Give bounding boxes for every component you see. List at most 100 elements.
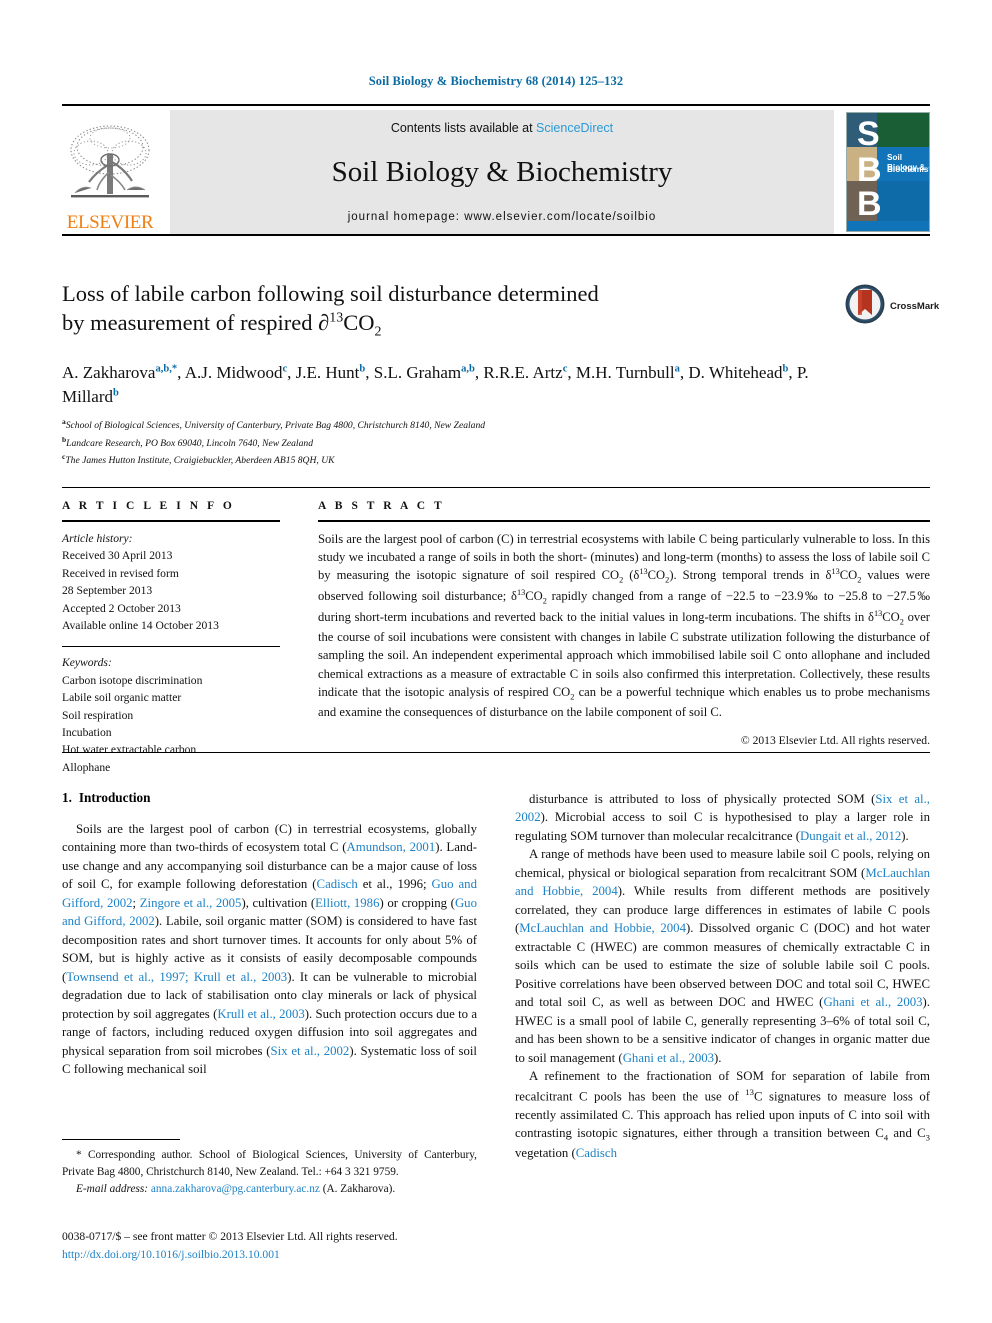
info-abstract-section: A R T I C L E I N F O Article history: R… [62, 487, 930, 776]
citation-link[interactable]: Ghani et al., 2003 [823, 995, 922, 1009]
citation-link[interactable]: Dungait et al., 2012 [800, 829, 901, 843]
subscript: 3 [926, 1133, 930, 1143]
elsevier-tree-icon [67, 120, 153, 212]
contents-lists-line: Contents lists available at ScienceDirec… [391, 121, 613, 135]
article-page: Soil Biology & Biochemistry 68 (2014) 12… [0, 0, 992, 1323]
email-link[interactable]: anna.zakharova@pg.canterbury.ac.nz [151, 1183, 320, 1195]
body-columns: 1. Introduction Soils are the largest poo… [62, 790, 930, 1163]
citation-link[interactable]: Six [271, 1044, 288, 1058]
article-title-block: Loss of labile carbon following soil dis… [62, 280, 832, 341]
superscript: 13 [745, 1087, 754, 1097]
affiliation-item: cThe James Hutton Institute, Craigiebuck… [62, 451, 852, 469]
citation-link[interactable]: Hobbie, 2004 [614, 921, 686, 935]
intro-paragraph-4: A refinement to the fractionation of SOM… [515, 1067, 930, 1162]
footnote-divider [62, 1139, 180, 1140]
citation-link[interactable]: Krull et al., 2003 [217, 1007, 304, 1021]
doi-link[interactable]: http://dx.doi.org/10.1016/j.soilbio.2013… [62, 1246, 492, 1264]
affiliation-item: bLandcare Research, PO Box 69040, Lincol… [62, 434, 852, 452]
history-item: Received 30 April 2013 [62, 547, 280, 564]
citation-link[interactable]: Guo and [432, 877, 477, 891]
article-info-column: A R T I C L E I N F O Article history: R… [62, 488, 280, 776]
history-item: Available online 14 October 2013 [62, 617, 280, 634]
abstract-body: Soils are the largest pool of carbon (C)… [318, 530, 930, 721]
keyword-item: Carbon isotope discrimination [62, 672, 280, 689]
keyword-item: Soil respiration [62, 707, 280, 724]
crossmark-badge[interactable]: CrossMark [845, 284, 949, 328]
keywords-rule [62, 646, 280, 647]
citation-link[interactable]: McLauchlan and [519, 921, 608, 935]
abstract-column: A B S T R A C T Soils are the largest po… [318, 488, 930, 776]
body-right-column: disturbance is attributed to loss of phy… [515, 790, 930, 1163]
citation-link[interactable]: et al., 2002 [515, 792, 930, 824]
page-title: Loss of labile carbon following soil dis… [62, 280, 832, 341]
corresponding-author-footnote: * Corresponding author. School of Biolog… [62, 1139, 477, 1198]
article-history-label: Article history: [62, 530, 280, 547]
author-list: A. Zakharovaa,b,*, A.J. Midwoodc, J.E. H… [62, 361, 852, 409]
citation-link[interactable]: Six [875, 792, 892, 806]
subscript: 2 [619, 576, 623, 585]
author-affiliation-marker: c [282, 363, 287, 374]
subscript: 4 [884, 1133, 888, 1143]
cover-title-line2: Biochemistry [887, 165, 930, 175]
elsevier-logo: ELSEVIER [62, 110, 158, 234]
citation-link[interactable]: Townsend et al., 1997; Krull et al., [66, 970, 256, 984]
citation-link[interactable]: Amundson, 2001 [347, 840, 436, 854]
author-name: J.E. Hunt [296, 363, 360, 382]
crossmark-label: CrossMark [890, 301, 939, 312]
article-info-heading: A R T I C L E I N F O [62, 500, 280, 512]
journal-masthead: ELSEVIER Contents lists available at Sci… [62, 104, 930, 236]
intro-paragraph-2: disturbance is attributed to loss of phy… [515, 790, 930, 845]
citation-link[interactable]: Ghani et al., 2003 [623, 1051, 714, 1065]
citation-link[interactable]: 2003 [262, 970, 288, 984]
history-item: Received in revised form [62, 565, 280, 582]
citation-link[interactable]: Zingore et al., 2005 [140, 896, 242, 910]
section-title-text: Introduction [79, 790, 151, 805]
subscript: 2 [543, 597, 547, 606]
citation-link[interactable]: Gifford, 2002 [84, 914, 155, 928]
superscript: 13 [874, 609, 882, 618]
keyword-item: Incubation [62, 724, 280, 741]
author-name: R.R.E. Artz [483, 363, 562, 382]
sciencedirect-link[interactable]: ScienceDirect [536, 121, 613, 135]
email-attribution: (A. Zakharova). [323, 1183, 395, 1195]
history-item: Accepted 2 October 2013 [62, 600, 280, 617]
affiliation-marker: b [62, 435, 66, 444]
affiliation-item: aSchool of Biological Sciences, Universi… [62, 416, 852, 434]
crossmark-icon [845, 284, 885, 329]
citation-link[interactable]: et al., 2002 [291, 1044, 349, 1058]
superscript: 13 [639, 567, 647, 576]
citation-link[interactable]: Hobbie, 2004 [542, 884, 617, 898]
cover-letter-s: S [857, 117, 880, 151]
affiliation-marker: a [62, 417, 66, 426]
affiliation-marker: c [62, 452, 65, 461]
author-name: A. Zakharova [62, 363, 155, 382]
body-left-column: 1. Introduction Soils are the largest poo… [62, 790, 477, 1163]
author-name: S.L. Graham [374, 363, 461, 382]
author-affiliation-marker: b [783, 363, 789, 374]
cover-letter-b1: B [857, 153, 882, 187]
section-heading-introduction: 1. Introduction [62, 790, 477, 806]
email-label: E-mail address: [76, 1183, 148, 1195]
article-history-block: Article history: Received 30 April 2013 … [62, 530, 280, 634]
author-affiliation-marker: a,b,* [155, 363, 177, 374]
footnote-email-line: E-mail address: anna.zakharova@pg.canter… [62, 1181, 477, 1198]
keywords-block: Keywords: Carbon isotope discrimination … [62, 654, 280, 776]
affiliation-list: aSchool of Biological Sciences, Universi… [62, 416, 852, 469]
citation-link[interactable]: Elliott, 1986 [315, 896, 379, 910]
author-name: M.H. Turnbull [576, 363, 675, 382]
cover-letter-b2: B [857, 187, 882, 221]
author-name: A.J. Midwood [185, 363, 283, 382]
journal-running-head: Soil Biology & Biochemistry 68 (2014) 12… [0, 74, 992, 89]
history-item: 28 September 2013 [62, 582, 280, 599]
intro-paragraph-3: A range of methods have been used to mea… [515, 845, 930, 1067]
keyword-item: Labile soil organic matter [62, 689, 280, 706]
keywords-label: Keywords: [62, 654, 280, 671]
journal-homepage-link[interactable]: journal homepage: www.elsevier.com/locat… [348, 211, 657, 223]
superscript: 13 [831, 567, 839, 576]
citation-link[interactable]: Cadisch [576, 1146, 617, 1160]
journal-cover-thumbnail: S B B Soil Biology & Biochemistry [846, 112, 930, 232]
citation-link[interactable]: Cadisch [317, 877, 358, 891]
intro-paragraph-1: Soils are the largest pool of carbon (C)… [62, 820, 477, 1079]
citation-link[interactable]: Gifford, 2002 [62, 896, 133, 910]
contents-prefix: Contents lists available at [391, 121, 536, 135]
